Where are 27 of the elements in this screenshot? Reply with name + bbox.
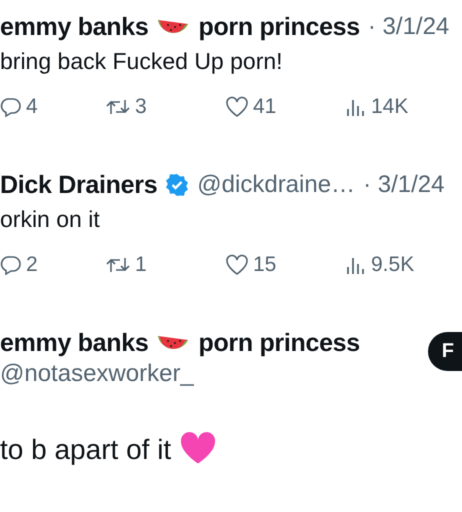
author-name: emmy banks	[0, 328, 148, 358]
repost-button[interactable]: 3	[105, 95, 147, 119]
reply-icon	[0, 96, 22, 118]
reply-button[interactable]: 2	[0, 253, 38, 277]
post-date: · 3/1/24	[363, 171, 444, 199]
post-text: orkin on it	[0, 206, 101, 233]
reply-button[interactable]: 4	[0, 95, 38, 119]
like-button[interactable]: 15	[225, 253, 276, 277]
author-name: porn princess	[198, 328, 360, 358]
post-date: · 3/1/24	[368, 13, 450, 41]
author-name: porn princess	[198, 12, 360, 42]
verified-badge-icon	[165, 173, 190, 197]
post-text: bring back Fucked Up porn!	[0, 48, 284, 75]
views-button[interactable]: 9.5K	[345, 253, 414, 277]
heart-outline-icon	[225, 96, 249, 118]
like-button[interactable]: 41	[225, 95, 276, 119]
author-handle: @dickdraine…	[197, 171, 356, 199]
follow-button[interactable]: F	[428, 332, 462, 371]
author-name: Dick Drainers	[0, 170, 158, 200]
views-button[interactable]: 14K	[345, 95, 408, 119]
heart-icon	[179, 431, 218, 465]
heart-outline-icon	[225, 254, 249, 276]
reply-icon	[0, 254, 22, 276]
author-handle: @notasexworker_	[0, 360, 194, 387]
post-text: to b apart of it	[0, 434, 172, 466]
repost-button[interactable]: 1	[105, 253, 147, 277]
author-name: emmy banks	[0, 12, 148, 42]
